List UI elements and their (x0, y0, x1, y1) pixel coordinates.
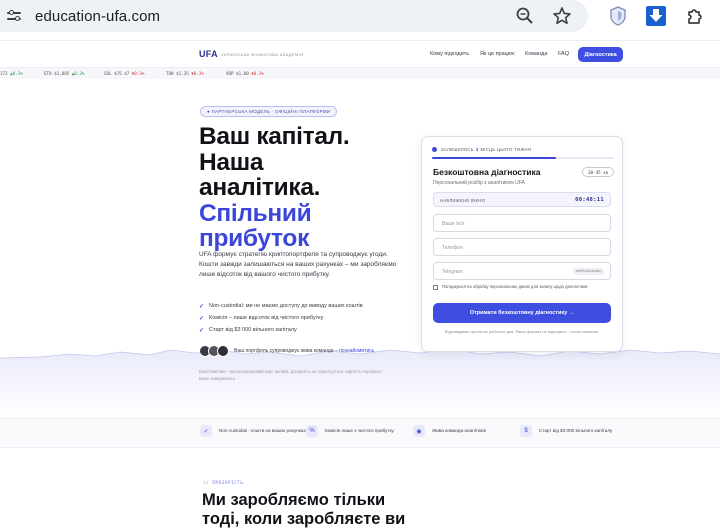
telegram-field[interactable]: Telegram необов'язково (433, 262, 611, 280)
consent-checkbox[interactable] (433, 285, 438, 290)
submit-button[interactable]: Отримати безкоштовну діагностику → (433, 303, 611, 323)
site-info-icon[interactable] (7, 9, 23, 23)
address-bar[interactable]: education-ufa.com (0, 0, 588, 32)
feature-item: ◉ Жива команда аналітиків (413, 425, 486, 437)
nav-link-audience[interactable]: Кому підходить (430, 51, 469, 57)
team-avatars: Ваш портфель супроводжує жива команда – … (199, 345, 374, 357)
duration-pill: 30-45 хв (582, 167, 615, 177)
feature-item: % Комісія лише з чистого прибутку (306, 425, 394, 437)
star-icon[interactable] (551, 5, 573, 27)
features-strip: ✓ Non-custodial - кошти на ваших рахунка… (0, 418, 720, 448)
name-field[interactable]: Ваше ім'я (433, 214, 611, 232)
benefit-item: ✓ Комісія – лише відсоток від чистого при… (199, 315, 324, 322)
feature-item: $ Старт від $3 000 вільного капіталу (520, 425, 612, 437)
download-icon[interactable] (645, 5, 667, 27)
form-note: Відповідаємо протягом робочого дня. Якщо… (444, 329, 600, 334)
diagnostics-form-card: ЗАЛИШИЛОСЬ 3 МІСЦЬ ЦЬОГО ТИЖНЯ Безкоштовна… (421, 136, 623, 352)
ticker-item: SOL $75.47 ▼0.3% (104, 71, 145, 76)
percent-icon: % (306, 425, 318, 437)
risk-disclaimer: Криптоактиви – високоризиковий клас акти… (199, 369, 382, 381)
check-icon: ✓ (199, 315, 205, 322)
browser-toolbar: education-ufa.com (0, 0, 720, 34)
check-icon: ✓ (199, 303, 205, 310)
status-dot-icon (432, 147, 437, 152)
check-icon: ✓ (199, 327, 205, 334)
logo-subtitle: УКРАЇНСЬКА ФІНАНСОВА АКАДЕМІЯ (221, 52, 304, 57)
extensions-icon[interactable] (684, 5, 706, 27)
nav-link-faq[interactable]: FAQ (558, 51, 569, 57)
check-icon: ✓ (200, 425, 212, 437)
ticker-item: 173 ▲0.3% (0, 71, 23, 76)
zoom-icon[interactable] (514, 5, 536, 27)
nav-link-team[interactable]: Команда (525, 51, 547, 57)
optional-tag: необов'язково (572, 268, 604, 275)
team-icon: ◉ (413, 425, 425, 437)
avatar (217, 345, 229, 357)
countdown-box: НАБЛИЖЕНЕ ВІКНО 00:48:11 (433, 192, 611, 207)
price-ticker: 173 ▲0.3% ETH $1,885 ▲0.3% SOL $75.47 ▼0… (0, 68, 720, 79)
countdown-timer: 00:48:11 (575, 197, 604, 203)
section-title: Ми заробляємо тільки тоді, коли заробляє… (202, 491, 406, 528)
meet-team-link[interactable]: познайомитись (339, 348, 374, 354)
phone-field[interactable]: Телефон (433, 238, 611, 256)
section-kicker: // ПРОЗОРІСТЬ (203, 481, 244, 486)
form-subtitle: Персональний розбір з аналітиком UFA (433, 180, 525, 186)
shield-extension-icon[interactable] (607, 5, 629, 27)
header-diagnostics-button[interactable]: Діагностика (578, 47, 623, 62)
site-header: UFA УКРАЇНСЬКА ФІНАНСОВА АКАДЕМІЯ Кому п… (0, 40, 720, 68)
benefits-list: ✓ Non-custodial: ми не маємо доступу до в… (199, 300, 363, 336)
hero-title: Ваш капітал. Наша аналітика. Спільний пр… (199, 123, 350, 252)
url-text[interactable]: education-ufa.com (35, 8, 160, 25)
spots-left-label: ЗАЛИШИЛОСЬ 3 МІСЦЬ ЦЬОГО ТИЖНЯ (432, 147, 531, 152)
ticker-item: ETH $1,885 ▲0.3% (44, 71, 85, 76)
consent-row[interactable]: Погоджуюся на обробку персональних даних… (433, 284, 602, 290)
logo[interactable]: UFA (199, 49, 218, 59)
spots-progress-bar (432, 157, 614, 159)
benefit-item: ✓ Non-custodial: ми не маємо доступу до в… (199, 303, 363, 310)
form-title: Безкоштовна діагностика (433, 167, 541, 177)
feature-item: ✓ Non-custodial - кошти на ваших рахунка… (200, 425, 309, 437)
partner-badge: ● ПАРТНЕРСЬКА МОДЕЛЬ · ОФІЦІЙНІ ПЛАТФОРМ… (200, 106, 338, 117)
hero-lead: UFA формує стратегію криптопортфеля та с… (199, 251, 397, 278)
benefit-item: ✓ Старт від $3 000 вільного капіталу (199, 327, 297, 334)
dollar-icon: $ (520, 425, 532, 437)
nav-link-how-it-works[interactable]: Як це працює (480, 51, 515, 57)
ticker-item: XRP $1.00 ▼0.3% (226, 71, 264, 76)
ticker-item: TON $1.35 ▼0.3% (166, 71, 204, 76)
